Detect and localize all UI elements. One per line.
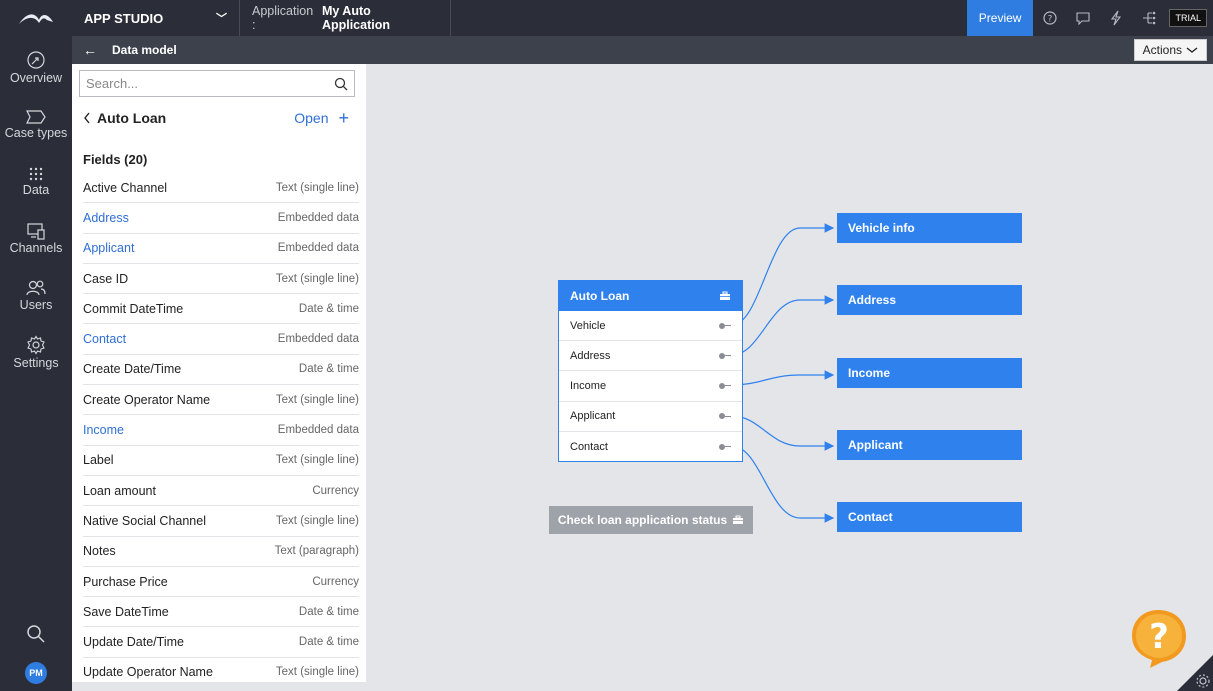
target-vehicle-info[interactable]: Vehicle info xyxy=(837,213,1022,243)
svg-text:?: ? xyxy=(1149,617,1169,657)
connector-handle-icon[interactable] xyxy=(719,352,731,359)
connector-address xyxy=(731,295,835,356)
card-row[interactable]: Vehicle xyxy=(559,311,742,342)
auto-loan-card[interactable]: Auto Loan Vehicle Address Income Applicant C… xyxy=(558,280,743,462)
connector-handle-icon[interactable] xyxy=(719,443,731,450)
connector-income xyxy=(731,370,835,386)
target-address[interactable]: Address xyxy=(837,285,1022,315)
card-row-label: Contact xyxy=(570,440,608,453)
connector-handle-icon[interactable] xyxy=(719,413,731,420)
target-applicant[interactable]: Applicant xyxy=(837,430,1022,460)
card-row-label: Income xyxy=(570,379,607,392)
target-income[interactable]: Income xyxy=(837,358,1022,388)
card-row[interactable]: Applicant xyxy=(559,402,742,432)
card-title: Auto Loan xyxy=(570,289,630,303)
card-row-label: Address xyxy=(570,349,611,362)
card-row[interactable]: Income xyxy=(559,371,742,402)
card-row-label: Vehicle xyxy=(570,319,606,332)
connector-handle-icon[interactable] xyxy=(719,382,731,389)
target-contact[interactable]: Contact xyxy=(837,502,1022,532)
card-row[interactable]: Address xyxy=(559,341,742,372)
card-header: Auto Loan xyxy=(559,281,742,311)
card-row[interactable]: Contact xyxy=(559,432,742,462)
connector-applicant xyxy=(731,415,835,451)
connector-handle-icon[interactable] xyxy=(719,322,731,329)
connector-vehicle xyxy=(731,223,835,326)
corner-settings-icon[interactable] xyxy=(1177,655,1213,691)
check-loan-status-label: Check loan application status xyxy=(557,513,728,527)
card-rows: Vehicle Address Income Applicant Contact xyxy=(559,311,742,462)
check-loan-status-button[interactable]: Check loan application status xyxy=(549,506,753,534)
case-icon xyxy=(720,291,730,300)
card-row-label: Applicant xyxy=(570,410,616,423)
case-icon xyxy=(733,515,744,524)
